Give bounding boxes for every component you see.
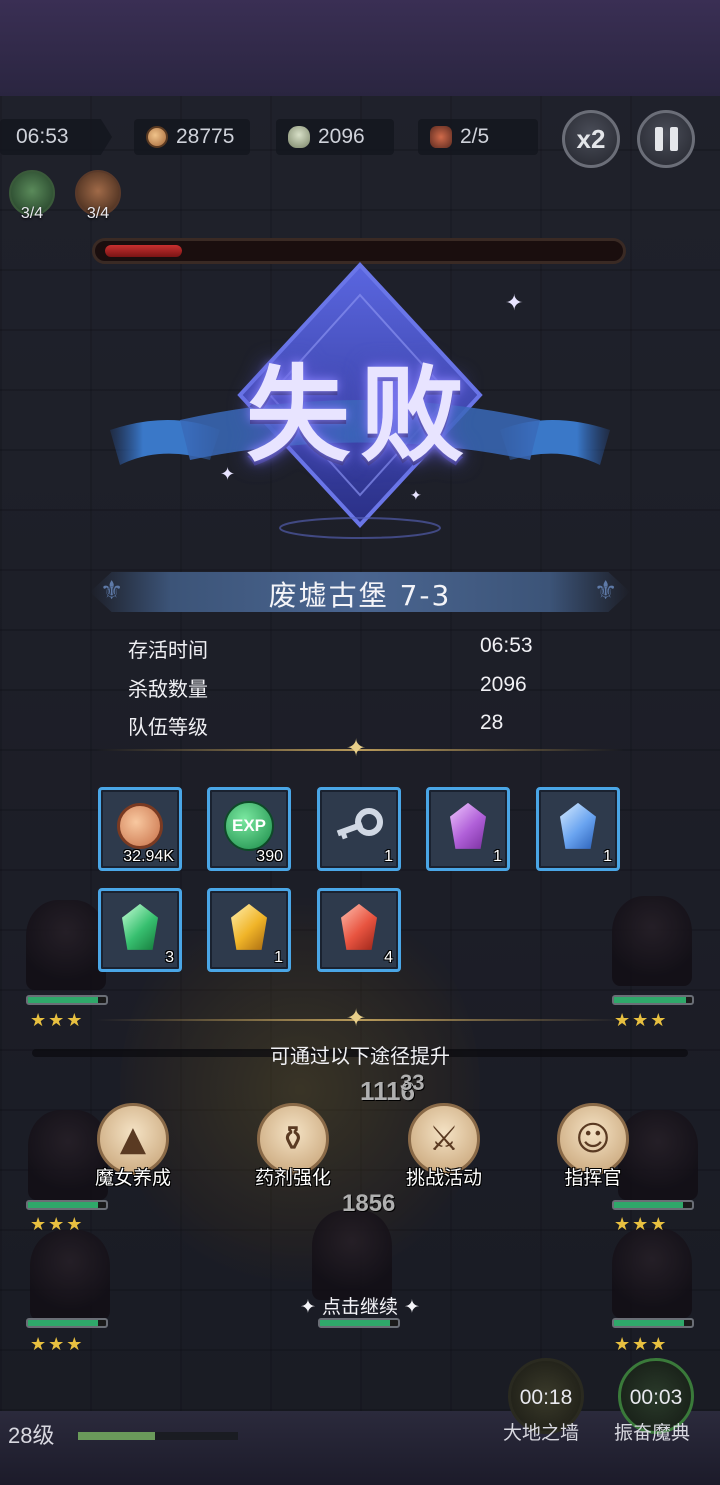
reward-qty: 32.94K bbox=[123, 848, 174, 865]
top-background bbox=[0, 0, 720, 96]
coin-count: 28775 bbox=[176, 125, 235, 148]
way-commander[interactable]: ☺ 指挥官 bbox=[518, 1103, 668, 1189]
level-progress-bar bbox=[78, 1432, 238, 1440]
skull-icon bbox=[288, 126, 310, 148]
demon-icon bbox=[430, 126, 452, 148]
reward-coin[interactable]: 32.94K bbox=[98, 787, 182, 871]
way-challenge-event[interactable]: ⚔ 挑战活动 bbox=[369, 1103, 519, 1189]
way-witch-training[interactable]: ▲ 魔女养成 bbox=[58, 1103, 208, 1189]
reward-yellow-crystal[interactable]: 1 bbox=[207, 888, 291, 972]
exp-orb-icon: EXP bbox=[224, 800, 274, 851]
stat-value-survival-time: 06:53 bbox=[480, 634, 533, 657]
hero-stars: ★★★ bbox=[30, 1214, 85, 1235]
reward-exp[interactable]: EXP 390 bbox=[207, 787, 291, 871]
reward-purple-crystal[interactable]: 1 bbox=[426, 787, 510, 871]
tap-to-continue[interactable]: ✦ 点击继续 ✦ bbox=[0, 1292, 720, 1319]
reward-qty: 1 bbox=[274, 949, 283, 966]
reward-qty: 1 bbox=[493, 848, 502, 865]
red-crystal-icon bbox=[341, 903, 377, 950]
purple-crystal-icon bbox=[450, 802, 486, 849]
sparkle-icon: ✦ bbox=[300, 1296, 322, 1318]
way-label: 挑战活动 bbox=[405, 1167, 482, 1189]
hero-hp-bar bbox=[26, 995, 108, 1005]
way-label: 魔女养成 bbox=[94, 1167, 171, 1189]
stat-label-kills: 杀敌数量 bbox=[128, 677, 208, 701]
wave-counter: 2/5 bbox=[418, 119, 538, 155]
kill-counter: 2096 bbox=[276, 119, 394, 155]
way-label: 药剂强化 bbox=[254, 1167, 331, 1189]
stat-label-survival-time: 存活时间 bbox=[128, 638, 208, 662]
speed-label: x2 bbox=[576, 123, 606, 154]
coin-counter: 28775 bbox=[134, 119, 250, 155]
green-crystal-icon bbox=[122, 903, 158, 950]
team-level: 28级 bbox=[8, 1423, 55, 1448]
hero-hp-bar bbox=[26, 1200, 108, 1210]
svg-text:✦: ✦ bbox=[410, 488, 422, 504]
stat-value-team-level: 28 bbox=[480, 711, 504, 734]
hero-stars: ★★★ bbox=[614, 1214, 669, 1235]
reward-qty: 1 bbox=[384, 848, 393, 865]
bottom-bar bbox=[0, 1411, 720, 1485]
hero-hp-bar bbox=[612, 1200, 694, 1210]
sparkle-icon: ✦ bbox=[398, 1296, 420, 1318]
coin-icon bbox=[117, 802, 163, 849]
reward-red-crystal[interactable]: 4 bbox=[317, 888, 401, 972]
way-potion-enhance[interactable]: ⚱ 药剂强化 bbox=[218, 1103, 368, 1189]
hero-hp-bar bbox=[612, 1318, 694, 1328]
reward-qty: 1 bbox=[603, 848, 612, 865]
sparkle-icon: ✦ bbox=[346, 734, 367, 762]
speed-button[interactable]: x2 bbox=[562, 110, 620, 168]
hero-hp-bar bbox=[26, 1318, 108, 1328]
pause-button[interactable] bbox=[637, 110, 695, 168]
hero-stars: ★★★ bbox=[30, 1010, 85, 1031]
timer-text: 06:53 bbox=[16, 125, 69, 148]
coin-icon bbox=[146, 126, 168, 148]
stat-label-team-level: 队伍等级 bbox=[128, 715, 208, 739]
damage-number: 33 bbox=[400, 1070, 425, 1095]
reward-blue-crystal[interactable]: 1 bbox=[536, 787, 620, 871]
result-title: 失败 bbox=[245, 353, 474, 476]
pause-icon bbox=[654, 127, 678, 151]
damage-number: 1856 bbox=[342, 1190, 396, 1217]
improve-title: 可通过以下途径提升 bbox=[270, 1044, 450, 1068]
reward-qty: 4 bbox=[384, 949, 393, 966]
skill-cooldown: 00:18 bbox=[519, 1386, 573, 1409]
hero-stars: ★★★ bbox=[30, 1334, 85, 1355]
hero-hp-bar bbox=[612, 995, 694, 1005]
timer-display: 06:53 bbox=[0, 119, 112, 155]
way-label: 指挥官 bbox=[564, 1167, 622, 1189]
key-icon bbox=[336, 807, 383, 840]
yellow-crystal-icon bbox=[231, 903, 267, 950]
svg-text:✦: ✦ bbox=[505, 291, 523, 316]
skill-cooldown: 00:03 bbox=[629, 1386, 683, 1409]
sparkle-icon: ✦ bbox=[346, 1004, 367, 1032]
buff-count: 3/4 bbox=[20, 205, 44, 222]
tap-to-continue-text: 点击继续 bbox=[321, 1296, 398, 1318]
reward-key[interactable]: 1 bbox=[317, 787, 401, 871]
wave-count: 2/5 bbox=[460, 125, 490, 148]
hero-stars: ★★★ bbox=[614, 1334, 669, 1355]
reward-qty: 3 bbox=[165, 949, 174, 966]
reward-green-crystal[interactable]: 3 bbox=[98, 888, 182, 972]
stage-name: 废墟古堡 7-3 bbox=[268, 579, 452, 612]
boss-hp-fill bbox=[105, 245, 182, 257]
exp-label: EXP bbox=[231, 815, 267, 835]
skill-name: 振奋魔典 bbox=[614, 1422, 691, 1444]
skill-name: 大地之墙 bbox=[503, 1422, 580, 1444]
stat-value-kills: 2096 bbox=[480, 673, 527, 696]
reward-qty: 390 bbox=[256, 848, 283, 865]
kill-count: 2096 bbox=[318, 125, 365, 148]
hero-hp-bar bbox=[318, 1318, 400, 1328]
buff-count: 3/4 bbox=[86, 205, 110, 222]
blue-crystal-icon bbox=[560, 802, 596, 849]
